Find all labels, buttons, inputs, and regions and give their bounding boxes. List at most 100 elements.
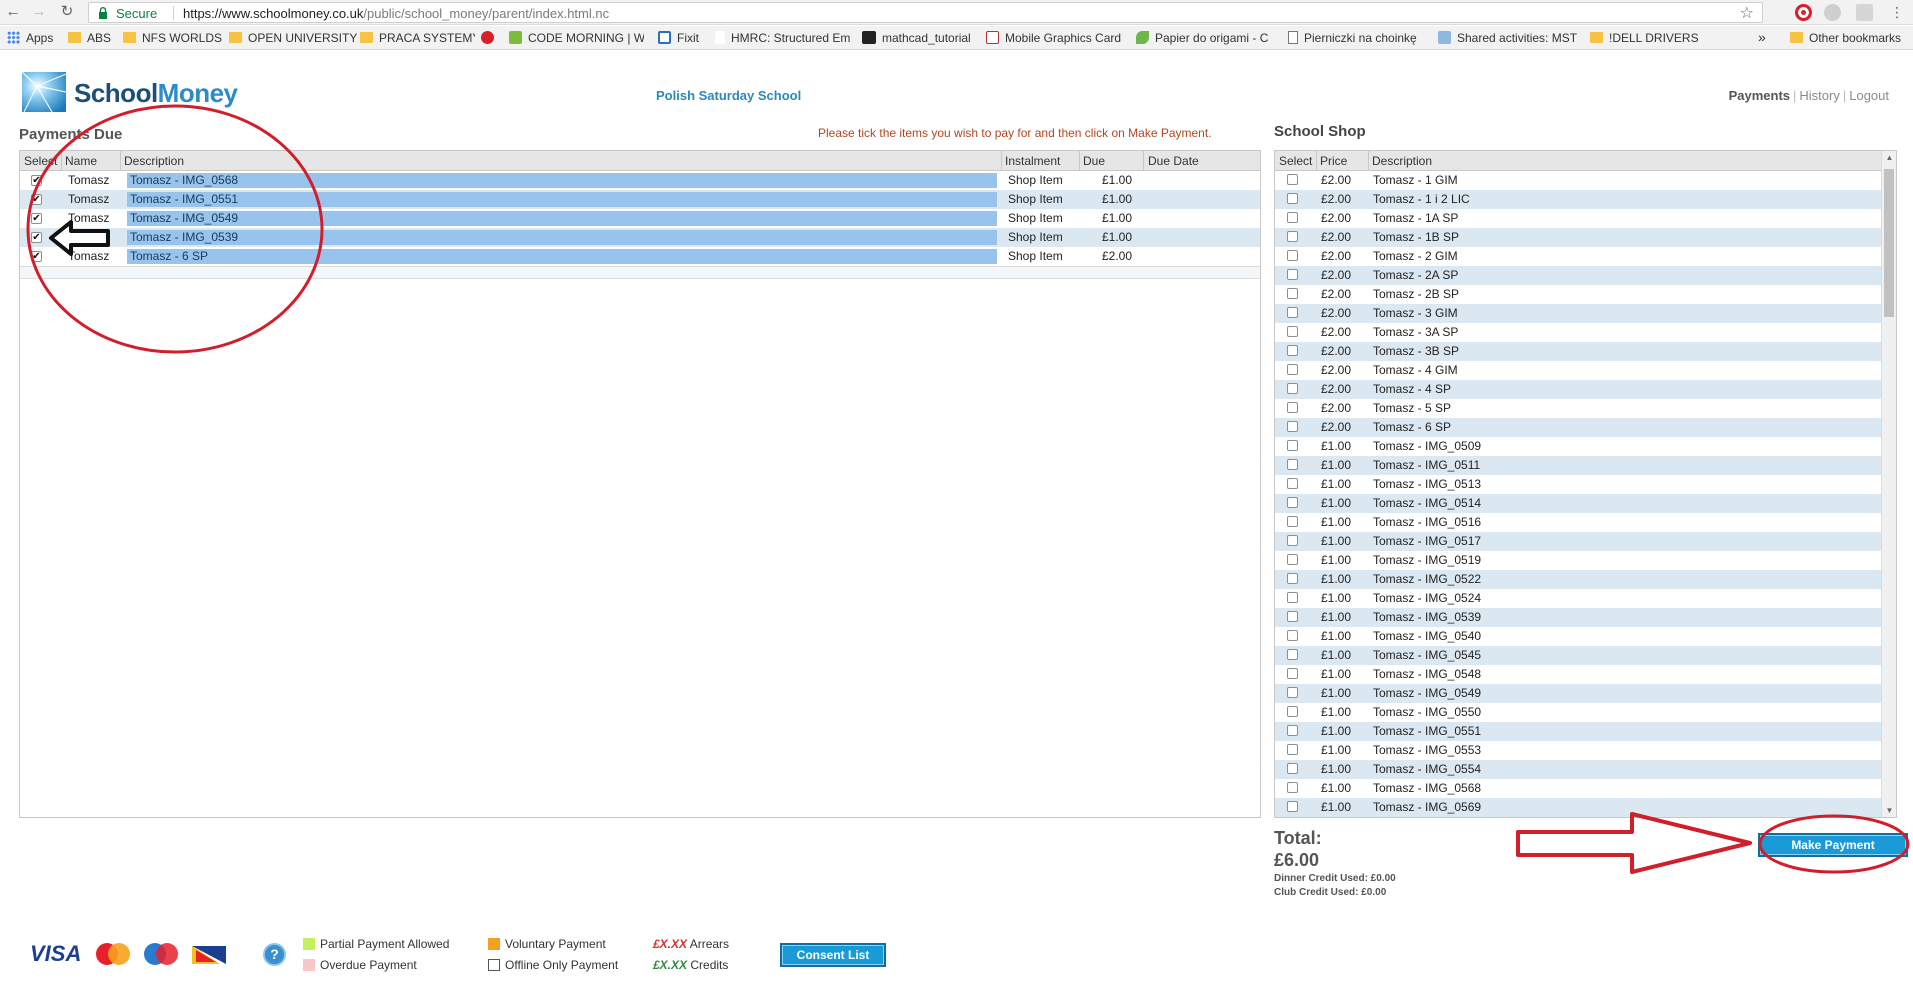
scroll-up-arrow-icon[interactable]: ▲ bbox=[1882, 153, 1896, 162]
table-row[interactable]: ✔ Tomasz Tomasz - IMG_0549 Shop Item £1.00 bbox=[20, 209, 1260, 228]
shop-item-checkbox[interactable] bbox=[1287, 345, 1298, 356]
shop-item-checkbox[interactable] bbox=[1287, 231, 1298, 242]
opera-icon[interactable] bbox=[1795, 4, 1812, 21]
shop-item-checkbox[interactable] bbox=[1287, 212, 1298, 223]
bookmark-mathcad[interactable]: mathcad_tutorial bbox=[862, 30, 977, 46]
shop-item-checkbox[interactable] bbox=[1287, 402, 1298, 413]
row-checkbox[interactable]: ✔ bbox=[31, 251, 42, 262]
shop-item-row[interactable]: £1.00 Tomasz - IMG_0517 bbox=[1275, 532, 1881, 551]
shop-item-row[interactable]: £2.00 Tomasz - 5 SP bbox=[1275, 399, 1881, 418]
shop-item-checkbox[interactable] bbox=[1287, 364, 1298, 375]
shop-item-checkbox[interactable] bbox=[1287, 592, 1298, 603]
bookmark-praca-systemy[interactable]: PRACA SYSTEMY bbox=[360, 30, 475, 46]
shop-item-row[interactable]: £2.00 Tomasz - 1 GIM bbox=[1275, 171, 1881, 190]
row-checkbox[interactable]: ✔ bbox=[31, 213, 42, 224]
shop-item-checkbox[interactable] bbox=[1287, 326, 1298, 337]
table-row[interactable]: ✔ Tomasz Tomasz - IMG_0551 Shop Item £1.00 bbox=[20, 190, 1260, 209]
shop-item-row[interactable]: £2.00 Tomasz - 3 GIM bbox=[1275, 304, 1881, 323]
shop-item-row[interactable]: £1.00 Tomasz - IMG_0554 bbox=[1275, 760, 1881, 779]
shop-item-row[interactable]: £2.00 Tomasz - 2 GIM bbox=[1275, 247, 1881, 266]
shop-item-checkbox[interactable] bbox=[1287, 687, 1298, 698]
bookmarks-overflow-chevron[interactable]: » bbox=[1758, 30, 1772, 46]
nav-logout[interactable]: Logout bbox=[1849, 88, 1889, 103]
shop-item-row[interactable]: £2.00 Tomasz - 4 GIM bbox=[1275, 361, 1881, 380]
bookmark-apps[interactable]: Apps bbox=[7, 30, 57, 46]
table-row[interactable]: ✔ Tomasz Tomasz - 6 SP Shop Item £2.00 bbox=[20, 247, 1260, 266]
shop-item-checkbox[interactable] bbox=[1287, 801, 1298, 812]
address-bar[interactable]: Secure https://www.schoolmoney.co.uk/pub… bbox=[88, 2, 1763, 23]
shop-item-row[interactable]: £2.00 Tomasz - 3A SP bbox=[1275, 323, 1881, 342]
col-price[interactable]: Price bbox=[1320, 154, 1347, 168]
shop-item-checkbox[interactable] bbox=[1287, 307, 1298, 318]
shop-item-row[interactable]: £2.00 Tomasz - 1B SP bbox=[1275, 228, 1881, 247]
scroll-down-arrow-icon[interactable]: ▼ bbox=[1882, 806, 1896, 815]
table-row[interactable]: ✔ Tomasz Tomasz - IMG_0568 Shop Item £1.00 bbox=[20, 171, 1260, 190]
shop-item-checkbox[interactable] bbox=[1287, 250, 1298, 261]
shop-item-row[interactable]: £1.00 Tomasz - IMG_0569 bbox=[1275, 798, 1881, 817]
shop-scrollbar[interactable]: ▲ ▼ bbox=[1881, 151, 1896, 817]
shop-item-row[interactable]: £1.00 Tomasz - IMG_0568 bbox=[1275, 779, 1881, 798]
schoolmoney-logo-text[interactable]: SchoolMoney bbox=[74, 78, 238, 109]
shop-item-checkbox[interactable] bbox=[1287, 573, 1298, 584]
shop-item-row[interactable]: £1.00 Tomasz - IMG_0511 bbox=[1275, 456, 1881, 475]
bookmark-fixit[interactable]: Fixit bbox=[658, 30, 718, 46]
shop-item-row[interactable]: £1.00 Tomasz - IMG_0548 bbox=[1275, 665, 1881, 684]
shop-item-row[interactable]: £1.00 Tomasz - IMG_0550 bbox=[1275, 703, 1881, 722]
shop-item-checkbox[interactable] bbox=[1287, 630, 1298, 641]
shop-item-checkbox[interactable] bbox=[1287, 269, 1298, 280]
bookmark-nfs-worlds[interactable]: NFS WORLDS bbox=[123, 30, 223, 46]
shop-item-checkbox[interactable] bbox=[1287, 668, 1298, 679]
help-icon[interactable]: ? bbox=[263, 943, 286, 966]
col-select[interactable]: Select bbox=[24, 154, 57, 168]
shop-item-checkbox[interactable] bbox=[1287, 497, 1298, 508]
shop-item-row[interactable]: £1.00 Tomasz - IMG_0509 bbox=[1275, 437, 1881, 456]
skype-icon[interactable] bbox=[1824, 4, 1841, 21]
bookmark-red-circle[interactable] bbox=[481, 30, 497, 46]
shop-item-row[interactable]: £1.00 Tomasz - IMG_0553 bbox=[1275, 741, 1881, 760]
bookmark-pierniczki[interactable]: Pierniczki na choinkę bbox=[1288, 30, 1424, 46]
url-text[interactable]: https://www.schoolmoney.co.uk/public/sch… bbox=[183, 6, 609, 21]
shop-item-checkbox[interactable] bbox=[1287, 649, 1298, 660]
shop-item-row[interactable]: £2.00 Tomasz - 1A SP bbox=[1275, 209, 1881, 228]
shop-item-checkbox[interactable] bbox=[1287, 782, 1298, 793]
bookmark-origami[interactable]: Papier do origami - C bbox=[1136, 30, 1274, 46]
make-payment-button[interactable]: Make Payment bbox=[1758, 833, 1908, 857]
bookmark-code-morning[interactable]: CODE MORNING | W bbox=[509, 30, 644, 46]
shop-item-row[interactable]: £1.00 Tomasz - IMG_0522 bbox=[1275, 570, 1881, 589]
shop-item-checkbox[interactable] bbox=[1287, 706, 1298, 717]
col-due[interactable]: Due bbox=[1083, 154, 1105, 168]
shop-item-checkbox[interactable] bbox=[1287, 288, 1298, 299]
shop-item-checkbox[interactable] bbox=[1287, 744, 1298, 755]
extension-icon[interactable] bbox=[1856, 4, 1873, 21]
consent-list-button[interactable]: Consent List bbox=[780, 943, 886, 967]
schoolmoney-logo-icon[interactable] bbox=[22, 72, 66, 112]
shop-item-row[interactable]: £2.00 Tomasz - 4 SP bbox=[1275, 380, 1881, 399]
shop-item-checkbox[interactable] bbox=[1287, 174, 1298, 185]
nav-history[interactable]: History bbox=[1799, 88, 1839, 103]
col-instalment[interactable]: Instalment bbox=[1005, 154, 1060, 168]
shop-item-checkbox[interactable] bbox=[1287, 725, 1298, 736]
shop-item-row[interactable]: £1.00 Tomasz - IMG_0539 bbox=[1275, 608, 1881, 627]
back-arrow-icon[interactable]: ← bbox=[4, 3, 22, 21]
shop-item-checkbox[interactable] bbox=[1287, 535, 1298, 546]
shop-item-row[interactable]: £1.00 Tomasz - IMG_0524 bbox=[1275, 589, 1881, 608]
shop-item-row[interactable]: £1.00 Tomasz - IMG_0549 bbox=[1275, 684, 1881, 703]
menu-dots-icon[interactable]: ⋮ bbox=[1888, 3, 1906, 21]
nav-payments[interactable]: Payments bbox=[1729, 88, 1790, 103]
scroll-thumb[interactable] bbox=[1884, 169, 1894, 317]
bookmark-other[interactable]: Other bookmarks bbox=[1790, 30, 1910, 46]
shop-item-checkbox[interactable] bbox=[1287, 611, 1298, 622]
col-select[interactable]: Select bbox=[1279, 154, 1312, 168]
shop-item-checkbox[interactable] bbox=[1287, 459, 1298, 470]
col-description[interactable]: Description bbox=[1372, 154, 1432, 168]
bookmark-mobile-graphics[interactable]: Mobile Graphics Card bbox=[986, 30, 1124, 46]
shop-item-row[interactable]: £1.00 Tomasz - IMG_0545 bbox=[1275, 646, 1881, 665]
shop-item-row[interactable]: £1.00 Tomasz - IMG_0540 bbox=[1275, 627, 1881, 646]
col-name[interactable]: Name bbox=[65, 154, 97, 168]
shop-item-checkbox[interactable] bbox=[1287, 478, 1298, 489]
col-due-date[interactable]: Due Date bbox=[1148, 154, 1199, 168]
bookmark-shared-activities[interactable]: Shared activities: MST bbox=[1438, 30, 1578, 46]
shop-item-row[interactable]: £2.00 Tomasz - 2A SP bbox=[1275, 266, 1881, 285]
shop-item-checkbox[interactable] bbox=[1287, 516, 1298, 527]
forward-arrow-icon[interactable]: → bbox=[30, 3, 48, 21]
